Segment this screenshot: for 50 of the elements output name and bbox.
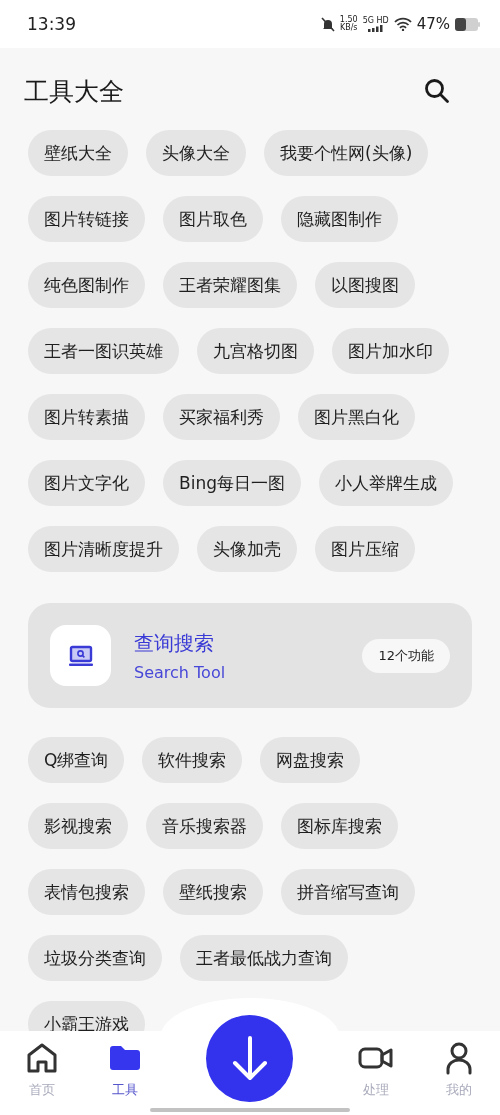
tool-chip[interactable]: 图片取色 (163, 196, 263, 242)
feature-count-badge: 12个功能 (362, 638, 450, 673)
speed-value: 1.50 (339, 16, 358, 24)
network-label: 5G HD (362, 16, 389, 25)
tool-chip[interactable]: 王者最低战力查询 (180, 935, 348, 981)
tool-chip[interactable]: Q绑查询 (28, 737, 125, 783)
tool-chip[interactable]: 影视搜索 (28, 803, 128, 849)
tool-chip[interactable]: 壁纸大全 (28, 130, 128, 176)
tool-chip[interactable]: 买家福利秀 (163, 394, 280, 440)
wifi-icon (393, 17, 412, 31)
tool-chip[interactable]: 图片黑白化 (298, 394, 415, 440)
tool-chip[interactable]: 图片转链接 (28, 196, 145, 242)
tool-chip[interactable]: Bing每日一图 (163, 460, 301, 506)
tool-chip[interactable]: 隐藏图制作 (281, 196, 398, 242)
tool-chip[interactable]: 头像大全 (146, 130, 246, 176)
tool-chip[interactable]: 图标库搜索 (281, 803, 398, 849)
page-title: 工具大全 (24, 75, 124, 108)
tool-chip[interactable]: 图片转素描 (28, 394, 145, 440)
nav-tab[interactable]: 工具 (83, 1031, 166, 1115)
tool-chip[interactable]: 头像加壳 (197, 526, 297, 572)
tool-chip[interactable]: 图片压缩 (315, 526, 415, 572)
tool-chip[interactable]: 九宫格切图 (197, 328, 314, 374)
tool-chip[interactable]: 图片清晰度提升 (28, 526, 179, 572)
tool-chip[interactable]: 音乐搜索器 (146, 803, 263, 849)
tool-chip[interactable]: 小人举牌生成 (318, 460, 453, 506)
bell-muted-icon (320, 16, 335, 32)
tool-chip[interactable]: 我要个性网(头像) (264, 130, 429, 176)
tool-chip[interactable]: 图片文字化 (28, 460, 145, 506)
tool-chip[interactable]: 壁纸搜索 (163, 869, 263, 915)
tool-chip[interactable]: 拼音缩写查询 (281, 869, 415, 915)
category-title: 查询搜索 (134, 629, 215, 657)
battery-percent: 47% (416, 15, 450, 33)
tool-chip[interactable]: 小霸王游戏 (28, 1001, 145, 1031)
tool-chip[interactable]: 图片加水印 (332, 328, 449, 374)
tool-chip[interactable]: 王者荣耀图集 (163, 262, 297, 308)
search-icon[interactable] (424, 78, 450, 104)
tool-chip[interactable]: 网盘搜索 (260, 737, 361, 783)
tool-chip[interactable]: 表情包搜索 (28, 869, 145, 915)
tool-chip[interactable]: 垃圾分类查询 (28, 935, 162, 981)
category-card[interactable]: 查询搜索 Search Tool 12个功能 (28, 603, 472, 708)
category-subtitle: Search Tool (134, 662, 227, 682)
speed-unit: KB/s (339, 24, 358, 32)
tool-chip[interactable]: 软件搜索 (142, 737, 243, 783)
status-time: 13:39 (27, 14, 77, 34)
tool-chip[interactable]: 纯色图制作 (28, 262, 145, 308)
laptop-search-icon (67, 644, 94, 667)
signal-icon (368, 24, 384, 32)
battery-icon (455, 17, 480, 31)
tool-chip[interactable]: 王者一图识英雄 (28, 328, 179, 374)
tool-chip[interactable]: 以图搜图 (315, 262, 415, 308)
